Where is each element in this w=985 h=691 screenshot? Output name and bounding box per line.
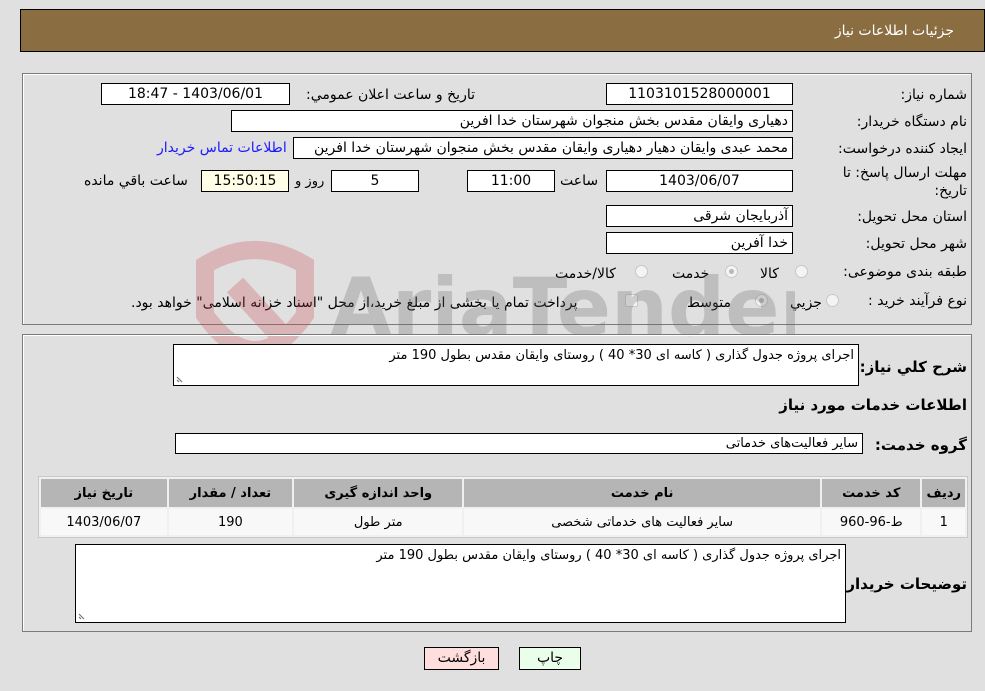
buyer-org-field: دهیاری وایقان مقدس بخش منجوان شهرستان خد… bbox=[231, 110, 793, 132]
buyer-org-label: نام دستگاه خریدار: bbox=[856, 114, 967, 130]
need-number-field: 1103101528000001 bbox=[606, 83, 793, 105]
services-heading: اطلاعات خدمات مورد نیاز bbox=[779, 396, 967, 414]
process-radio-minor[interactable] bbox=[826, 294, 839, 307]
process-radio-medium[interactable] bbox=[755, 294, 768, 307]
cell-unit: متر طول bbox=[294, 509, 463, 535]
city-label: شهر محل تحویل: bbox=[865, 236, 967, 252]
days-suffix: روز و bbox=[295, 174, 325, 189]
category-label-service: خدمت bbox=[672, 266, 710, 282]
col-need-date: تاریخ نیاز bbox=[41, 479, 167, 507]
province-field: آذربایجان شرقی bbox=[606, 205, 793, 227]
buyer-notes-textarea[interactable]: اجرای پروژه جدول گذاری ( کاسه ای 30* 40 … bbox=[75, 544, 846, 623]
col-unit: واحد اندازه گیری bbox=[294, 479, 463, 507]
process-label: نوع فرآیند خرید : bbox=[868, 293, 967, 309]
category-radio-goods[interactable] bbox=[795, 265, 808, 278]
need-number-label: شماره نیاز: bbox=[900, 87, 968, 103]
process-label-minor: جزيي bbox=[790, 295, 822, 311]
creator-label: ایجاد کننده درخواست: bbox=[838, 141, 967, 157]
back-button[interactable]: بازگشت bbox=[424, 647, 499, 670]
announce-label: تاریخ و ساعت اعلان عمومي: bbox=[306, 87, 475, 103]
category-label-goods-service: کالا/خدمت bbox=[555, 266, 616, 282]
summary-textarea[interactable]: اجرای پروژه جدول گذاری ( کاسه ای 30* 40 … bbox=[173, 344, 859, 386]
deadline-date-field: 1403/06/07 bbox=[606, 170, 793, 192]
deadline-time-label: ساعت bbox=[560, 173, 599, 189]
treasury-checkbox[interactable] bbox=[625, 294, 638, 307]
days-field: 5 bbox=[331, 170, 419, 192]
category-radio-service[interactable] bbox=[725, 265, 738, 278]
cell-need-date: 1403/06/07 bbox=[41, 509, 167, 535]
remaining-suffix: ساعت باقي مانده bbox=[84, 173, 188, 189]
buyer-notes-label: توضیحات خریدار: bbox=[840, 575, 967, 593]
creator-field: محمد عبدی وایقان دهیار دهیاری وایقان مقد… bbox=[293, 137, 793, 159]
resize-grip-icon[interactable] bbox=[176, 373, 186, 383]
table-row: 1 ط-96-960 سایر فعالیت های خدماتی شخصی م… bbox=[41, 509, 965, 535]
treasury-note: پرداخت تمام یا بخشی از مبلغ خرید،از محل … bbox=[131, 295, 578, 311]
page-header: جزئیات اطلاعات نیاز bbox=[20, 9, 985, 52]
resize-grip-icon[interactable] bbox=[78, 610, 88, 620]
page-title: جزئیات اطلاعات نیاز bbox=[834, 23, 954, 39]
deadline-label: مهلت ارسال پاسخ: تا تاریخ: bbox=[842, 165, 967, 199]
category-radio-goods-service[interactable] bbox=[635, 265, 648, 278]
cell-service-name: سایر فعالیت های خدماتی شخصی bbox=[464, 509, 821, 535]
col-quantity: تعداد / مقدار bbox=[168, 479, 293, 507]
process-label-medium: متوسط bbox=[687, 295, 731, 311]
category-label-goods: کالا bbox=[760, 266, 779, 282]
services-table: ردیف کد خدمت نام خدمت واحد اندازه گیری ت… bbox=[38, 476, 968, 538]
cell-service-code: ط-96-960 bbox=[822, 509, 921, 535]
col-service-code: کد خدمت bbox=[822, 479, 921, 507]
print-button[interactable]: چاپ bbox=[519, 647, 581, 670]
buyer-notes-text: اجرای پروژه جدول گذاری ( کاسه ای 30* 40 … bbox=[376, 548, 841, 563]
city-field: خدا آفرین bbox=[606, 232, 793, 254]
col-service-name: نام خدمت bbox=[464, 479, 821, 507]
summary-text: اجرای پروژه جدول گذاری ( کاسه ای 30* 40 … bbox=[389, 348, 854, 363]
announce-field: 1403/06/01 - 18:47 bbox=[101, 83, 290, 105]
cell-row-number: 1 bbox=[922, 509, 965, 535]
service-group-field: سایر فعالیت‌های خدماتی bbox=[175, 433, 863, 454]
table-header-row: ردیف کد خدمت نام خدمت واحد اندازه گیری ت… bbox=[41, 479, 965, 507]
remaining-time-field: 15:50:15 bbox=[201, 170, 289, 192]
service-group-label: گروه خدمت: bbox=[874, 436, 967, 454]
category-label: طبقه بندی موضوعی: bbox=[843, 264, 967, 280]
province-label: استان محل تحویل: bbox=[857, 209, 967, 225]
cell-quantity: 190 bbox=[168, 509, 293, 535]
summary-label: شرح کلي نیاز: bbox=[859, 358, 967, 376]
deadline-time-field: 11:00 bbox=[467, 170, 555, 192]
buyer-contact-link[interactable]: اطلاعات تماس خریدار bbox=[157, 140, 287, 156]
col-row-number: ردیف bbox=[922, 479, 965, 507]
